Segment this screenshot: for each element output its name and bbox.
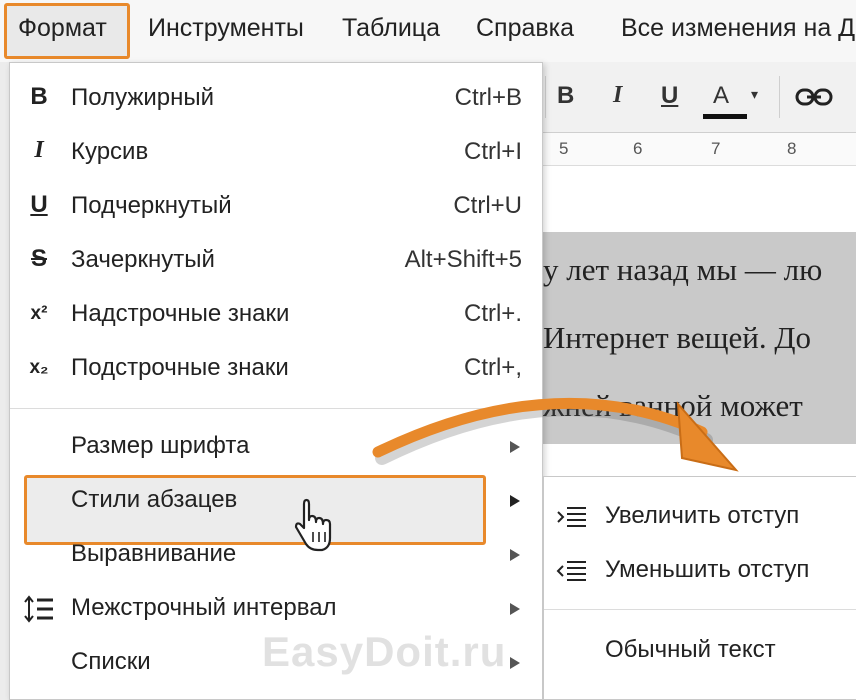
watermark: EasyDoit.ru: [262, 628, 507, 675]
shortcut-label: Ctrl+,: [463, 354, 522, 381]
submenu-item-label: Обычный текст: [605, 636, 776, 663]
menu-item-paragraph-styles[interactable]: Стили абзацев: [10, 475, 542, 527]
submenu-item-increase-indent[interactable]: Увеличить отступ: [544, 491, 856, 543]
toolbar-divider: [545, 76, 546, 118]
submenu-arrow-icon: [510, 603, 520, 615]
document-line: жней ванной может: [543, 388, 803, 423]
menu-item-label: Списки: [71, 648, 151, 675]
shortcut-label: Ctrl+U: [453, 192, 522, 219]
menu-item-strikethrough[interactable]: S Зачеркнутый Alt+Shift+5: [10, 235, 542, 287]
line-spacing-icon: [24, 595, 53, 623]
menu-divider: [10, 408, 542, 409]
submenu-arrow-icon: [510, 441, 520, 453]
subscript-icon: x₂: [29, 357, 49, 378]
save-status[interactable]: Все изменения на Д: [621, 14, 855, 43]
italic-icon: I: [34, 137, 44, 163]
toolbar-divider: [779, 76, 780, 118]
toolbar: B I U A ▾: [543, 62, 856, 133]
shortcut-label: Alt+Shift+5: [404, 246, 522, 273]
increase-indent-icon: [557, 507, 586, 527]
menu-item-superscript[interactable]: x² Надстрочные знаки Ctrl+.: [10, 289, 542, 341]
ruler-tick: 7: [711, 139, 721, 158]
text-color-swatch: [703, 114, 747, 119]
italic-button[interactable]: I: [613, 82, 622, 109]
document-body[interactable]: у лет назад мы — лю Интернет вещей. До ж…: [543, 232, 856, 444]
menu-item-label: Размер шрифта: [71, 432, 250, 459]
menu-item-label: Подстрочные знаки: [71, 354, 289, 381]
ruler-tick: 6: [633, 139, 643, 158]
shortcut-label: Ctrl+B: [454, 84, 522, 111]
menu-item-underline[interactable]: U Подчеркнутый Ctrl+U: [10, 181, 542, 233]
document-line: Интернет вещей. До: [543, 320, 812, 355]
menu-help[interactable]: Справка: [476, 14, 574, 43]
menu-item-italic[interactable]: I Курсив Ctrl+I: [10, 127, 542, 179]
menu-table[interactable]: Таблица: [342, 14, 440, 43]
submenu-item-normal-text[interactable]: Обычный текст: [544, 625, 856, 677]
menu-bar: Формат Инструменты Таблица Справка Все и…: [0, 0, 856, 63]
shortcut-label: Ctrl+I: [463, 138, 522, 165]
menu-item-label: Полужирный: [71, 84, 215, 111]
menu-item-label: Подчеркнутый: [71, 192, 232, 219]
ruler-tick: 8: [787, 139, 797, 158]
submenu-divider: [544, 609, 856, 610]
submenu-item-decrease-indent[interactable]: Уменьшить отступ: [544, 545, 856, 597]
shortcut-label: Ctrl+.: [463, 300, 522, 327]
superscript-icon: x²: [30, 303, 48, 324]
submenu-arrow-icon: [510, 657, 520, 669]
menu-item-label: Межстрочный интервал: [71, 594, 337, 621]
submenu-arrow-icon: [510, 549, 520, 561]
menu-item-label: Надстрочные знаки: [71, 300, 290, 327]
menu-item-label: Зачеркнутый: [71, 246, 215, 273]
text-color-button[interactable]: A: [713, 82, 729, 110]
menu-item-alignment[interactable]: Выравнивание: [10, 529, 542, 581]
menu-item-bold[interactable]: B Полужирный Ctrl+B: [10, 73, 542, 125]
menu-format[interactable]: Формат: [18, 14, 107, 43]
underline-button[interactable]: U: [661, 82, 678, 110]
menu-item-font-size[interactable]: Размер шрифта: [10, 421, 542, 473]
decrease-indent-icon: [556, 561, 586, 581]
submenu-item-label: Уменьшить отступ: [605, 556, 810, 583]
underline-icon: U: [30, 191, 48, 218]
paragraph-styles-submenu: Увеличить отступ Уменьшить отступ Обычны…: [543, 476, 856, 700]
submenu-arrow-icon: [510, 495, 520, 507]
bold-button[interactable]: B: [557, 82, 574, 110]
strikethrough-icon: S: [30, 245, 47, 272]
submenu-item-label: Увеличить отступ: [605, 502, 800, 529]
menu-item-label: Курсив: [71, 138, 149, 165]
document-line: у лет назад мы — лю: [543, 252, 823, 287]
menu-item-subscript[interactable]: x₂ Подстрочные знаки Ctrl+,: [10, 343, 542, 395]
ruler-tick: 5: [559, 139, 569, 158]
chevron-down-icon[interactable]: ▾: [751, 86, 758, 103]
ruler: 5 6 7 8: [543, 133, 856, 166]
bold-icon: B: [30, 83, 48, 110]
link-icon[interactable]: [795, 86, 835, 108]
menu-tools[interactable]: Инструменты: [148, 14, 304, 43]
format-dropdown-menu: B Полужирный Ctrl+B I Курсив Ctrl+I U По…: [9, 62, 543, 700]
menu-item-label: Выравнивание: [71, 540, 237, 567]
menu-item-label: Стили абзацев: [71, 486, 238, 513]
hand-cursor-icon: [294, 498, 332, 552]
